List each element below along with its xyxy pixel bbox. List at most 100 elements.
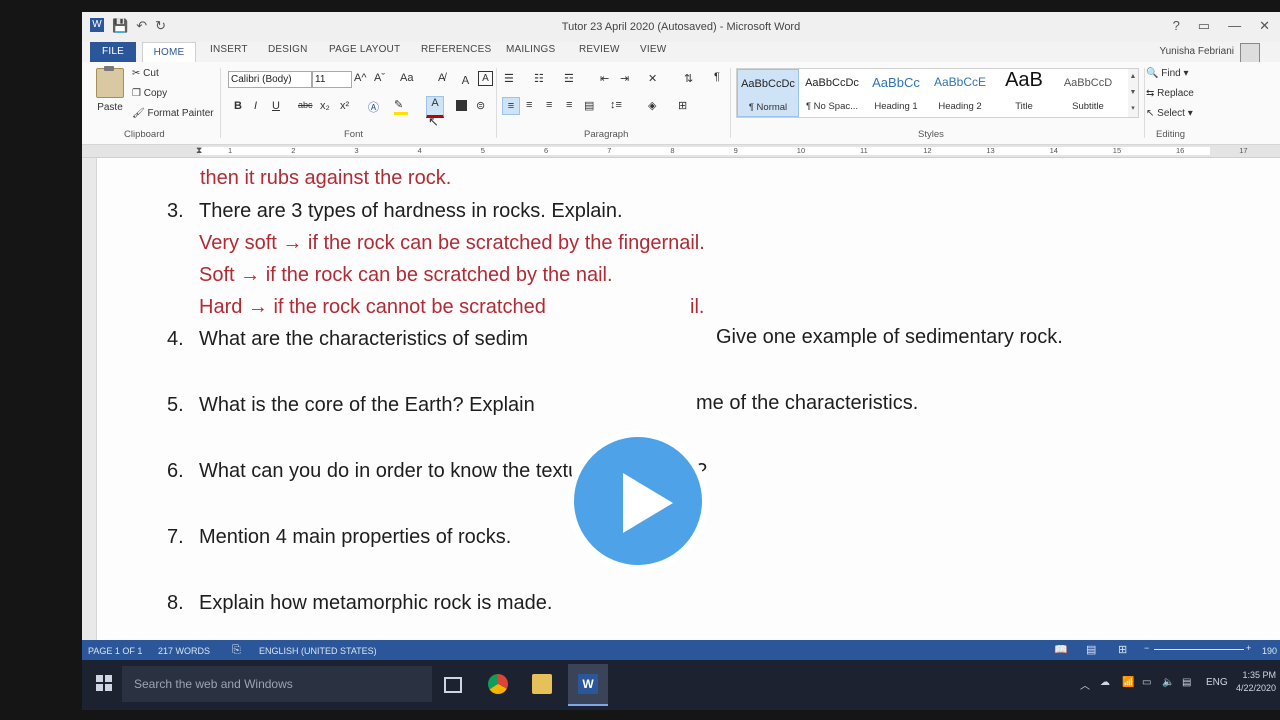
file-explorer-icon[interactable] xyxy=(532,674,552,694)
windows-start-icon[interactable] xyxy=(96,675,112,691)
text-effects-icon[interactable]: Ａ xyxy=(460,72,471,88)
language-indicator[interactable]: ENGLISH (UNITED STATES) xyxy=(259,646,377,656)
taskbar-search[interactable]: Search the web and Windows xyxy=(122,666,432,702)
shrink-font-icon[interactable]: Aˇ xyxy=(374,72,385,84)
styles-group-label: Styles xyxy=(918,129,944,140)
line-spacing-icon[interactable]: ↕≡ xyxy=(610,99,622,111)
tab-view[interactable]: VIEW xyxy=(640,44,666,55)
chrome-icon[interactable] xyxy=(488,674,508,694)
style-heading-1[interactable]: AaBbCc Heading 1 xyxy=(865,69,927,117)
subscript-button[interactable]: x₂ xyxy=(320,100,330,112)
page-count[interactable]: PAGE 1 OF 1 xyxy=(88,646,142,656)
grow-font-icon[interactable]: A^ xyxy=(354,72,367,84)
copy-button[interactable]: ❐ Copy xyxy=(132,88,167,99)
volume-icon[interactable]: 🔈 xyxy=(1162,677,1174,688)
question-4-end: Give one example of sedimentary rock. xyxy=(716,326,1063,348)
print-layout-icon[interactable]: ▤ xyxy=(1086,643,1096,656)
font-size-select[interactable]: 11 xyxy=(312,71,352,88)
asian-layout-icon[interactable]: ✕ xyxy=(648,72,657,85)
borders-icon[interactable]: ⊞ xyxy=(678,99,687,112)
close-button[interactable]: ✕ xyxy=(1259,18,1270,34)
underline-button[interactable]: U xyxy=(272,100,280,112)
highlight-icon[interactable]: ✎ xyxy=(394,98,408,115)
justify-icon[interactable]: ≡ xyxy=(566,99,572,111)
change-case-icon[interactable]: Aa xyxy=(400,72,413,84)
proofing-icon[interactable]: ⎘ xyxy=(232,644,241,657)
onedrive-icon[interactable]: ☁ xyxy=(1100,677,1110,688)
character-border-icon[interactable]: A xyxy=(478,71,493,86)
word-count[interactable]: 217 WORDS xyxy=(158,646,210,656)
horizontal-ruler[interactable]: ⧗ 1 2 3 4 5 6 7 8 9 10 11 12 13 14 15 16 17 xyxy=(82,145,1280,158)
vertical-ruler[interactable] xyxy=(82,158,97,640)
ruler-tick: 7 xyxy=(607,146,612,155)
font-name-select[interactable]: Calibri (Body) xyxy=(228,71,312,88)
align-right-icon[interactable]: ≡ xyxy=(546,99,552,111)
tab-references[interactable]: REFERENCES xyxy=(421,44,491,55)
cut-button[interactable]: ✂ Cut xyxy=(132,68,159,79)
align-center-icon[interactable]: ≡ xyxy=(526,99,532,111)
battery-icon[interactable]: ▭ xyxy=(1142,677,1151,688)
style-heading-2[interactable]: AaBbCcE Heading 2 xyxy=(929,69,991,117)
tab-file[interactable]: FILE xyxy=(90,42,136,62)
superscript-button[interactable]: x² xyxy=(340,100,349,112)
replace-button[interactable]: ⇆ Replace xyxy=(1146,88,1194,99)
zoom-level[interactable]: 190 xyxy=(1262,646,1277,656)
style-no-spacing[interactable]: AaBbCcDc ¶ No Spac... xyxy=(801,69,863,117)
increase-indent-icon[interactable]: ⇥ xyxy=(620,72,629,85)
network-icon[interactable]: 📶 xyxy=(1122,677,1134,688)
shading-icon[interactable] xyxy=(456,100,467,111)
user-name[interactable]: Yunisha Febriani xyxy=(1160,46,1235,57)
minimize-button[interactable]: — xyxy=(1228,18,1241,34)
style-normal[interactable]: AaBbCcDc ¶ Normal xyxy=(737,69,799,117)
task-view-icon[interactable] xyxy=(444,677,462,693)
paste-button[interactable]: Paste xyxy=(92,66,128,122)
style-name: Heading 1 xyxy=(874,101,918,112)
ruler-tick: 11 xyxy=(860,146,868,155)
tab-mailings[interactable]: MAILINGS xyxy=(506,44,555,55)
scissors-icon: ✂ xyxy=(132,68,144,79)
sort-icon[interactable]: ⇅ xyxy=(684,72,693,85)
format-painter-button[interactable]: 🖌 Format Painter xyxy=(132,108,214,119)
shading-bucket-icon[interactable]: ◈ xyxy=(648,99,656,112)
tab-page-layout[interactable]: PAGE LAYOUT xyxy=(329,44,400,55)
tab-home[interactable]: HOME xyxy=(142,42,196,63)
system-clock[interactable]: 1:35 PM 4/22/2020 xyxy=(1236,669,1276,695)
notifications-icon[interactable]: ▤ xyxy=(1182,677,1191,688)
select-button[interactable]: ↖ Select ▾ xyxy=(1146,108,1193,119)
clear-formatting-icon[interactable]: A̸ xyxy=(438,72,445,84)
bullets-icon[interactable]: ☰ xyxy=(504,72,514,85)
numbering-icon[interactable]: ☷ xyxy=(534,72,544,85)
distributed-icon[interactable]: ▤ xyxy=(584,99,594,112)
text-effect-color-icon[interactable]: Ⓐ xyxy=(368,99,379,115)
tab-design[interactable]: DESIGN xyxy=(268,44,308,55)
indent-marker-icon[interactable]: ⧗ xyxy=(196,145,202,156)
tab-insert[interactable]: INSERT xyxy=(210,44,248,55)
multilevel-list-icon[interactable]: ☲ xyxy=(564,72,574,85)
language-tray[interactable]: ENG xyxy=(1206,677,1228,688)
style-title[interactable]: AaB Title xyxy=(993,69,1055,117)
play-button[interactable] xyxy=(567,430,709,572)
italic-button[interactable]: I xyxy=(254,100,257,112)
tab-review[interactable]: REVIEW xyxy=(579,44,620,55)
help-button[interactable]: ? xyxy=(1173,18,1180,34)
align-left-icon[interactable]: ≡ xyxy=(502,97,520,115)
decrease-indent-icon[interactable]: ⇤ xyxy=(600,72,609,85)
avatar[interactable] xyxy=(1240,43,1260,63)
tray-chevron-icon[interactable]: ︿ xyxy=(1080,677,1090,692)
show-formatting-icon[interactable]: ¶ xyxy=(714,71,720,83)
bold-button[interactable]: B xyxy=(234,100,242,112)
enclose-characters-icon[interactable]: ⊜ xyxy=(476,99,485,112)
cut-label: Cut xyxy=(143,68,159,79)
styles-scroll[interactable]: ▲ ▼ ▾ xyxy=(1128,68,1139,118)
zoom-out-icon[interactable]: − xyxy=(1144,643,1149,653)
strikethrough-button[interactable]: abc xyxy=(298,100,313,110)
style-subtitle[interactable]: AaBbCcD Subtitle xyxy=(1057,69,1119,117)
document-area[interactable]: then it rubs against the rock. 3. There … xyxy=(82,158,1280,640)
find-button[interactable]: 🔍 Find ▾ xyxy=(1146,68,1189,79)
ribbon-display-icon[interactable]: ▭ xyxy=(1198,18,1210,34)
read-mode-icon[interactable]: 📖 xyxy=(1054,643,1068,656)
web-layout-icon[interactable]: ⊞ xyxy=(1118,643,1127,656)
zoom-in-icon[interactable]: + xyxy=(1246,643,1251,653)
taskbar-word-button[interactable]: W xyxy=(568,664,608,706)
zoom-slider[interactable] xyxy=(1154,649,1244,650)
